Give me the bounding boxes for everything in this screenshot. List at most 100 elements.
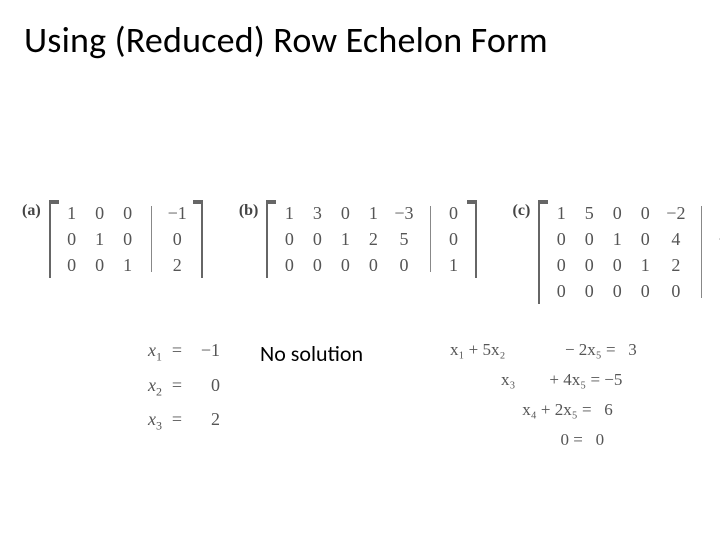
- cell: 5: [397, 230, 411, 248]
- matrix-block-b: (b) 1 0 0 3 0 0 0 1: [239, 200, 477, 278]
- solution-c: x₁ + 5x₂ − 2x₅ = 3 x₃ + 4x₅ = −5 x₄ + 2x…: [450, 340, 700, 460]
- augment-bar-icon: [430, 206, 431, 272]
- cell: 0: [638, 204, 652, 222]
- col: 5 0 0 0: [582, 204, 596, 300]
- equation-line: x₁ + 5x₂ − 2x₅ = 3: [450, 340, 700, 360]
- eq-text: x₁ + 5x₂ − 2x₅ = 3: [450, 340, 637, 360]
- cell: 3: [310, 204, 324, 222]
- col: 0 0 1 0: [638, 204, 652, 300]
- equation-line: x3 = 2: [60, 409, 220, 434]
- col: 0 1 0: [93, 204, 107, 274]
- cell: 1: [366, 204, 380, 222]
- slide-title: Using (Reduced) Row Echelon Form: [24, 18, 548, 62]
- cell: 1: [447, 256, 461, 274]
- cell: 0: [582, 282, 596, 300]
- cell: 0: [65, 256, 79, 274]
- label-c: (c): [513, 200, 531, 220]
- cell: 2: [170, 256, 184, 274]
- label-a: (a): [22, 200, 41, 220]
- matrix-b-body: 1 0 0 3 0 0 0 1 0 1: [276, 200, 466, 278]
- cell: 0: [366, 256, 380, 274]
- col: 0 0 1: [121, 204, 135, 274]
- cell: 0: [610, 256, 624, 274]
- cell: 0: [669, 282, 683, 300]
- matrix-a-body: 1 0 0 0 1 0 0 0 1: [59, 200, 193, 278]
- cell: 0: [121, 204, 135, 222]
- matrix-c-body: 1 0 0 0 5 0 0 0 0 1 0 0: [548, 200, 720, 304]
- matrix-block-c: (c) 1 0 0 0 5 0 0 0: [513, 200, 720, 304]
- eq-text: x₄ + 2x₅ = 6: [450, 400, 613, 420]
- col: 1 0 0 0: [554, 204, 568, 300]
- col: −3 5 0: [394, 204, 413, 274]
- cell: 0: [554, 282, 568, 300]
- cell: 0: [310, 230, 324, 248]
- cell: −1: [168, 204, 187, 222]
- cell: 1: [282, 204, 296, 222]
- cell: −3: [394, 204, 413, 222]
- cell: 1: [638, 256, 652, 274]
- equals-icon: =: [170, 375, 184, 396]
- eq-rhs: 0: [192, 375, 220, 396]
- matrices-row: (a) 1 0 0 0 1 0 0 0: [22, 200, 702, 304]
- eq-rhs: −1: [192, 340, 220, 361]
- cell: 1: [338, 230, 352, 248]
- cell: 4: [669, 230, 683, 248]
- cell: 0: [582, 256, 596, 274]
- cell: 0: [582, 230, 596, 248]
- cell: 1: [65, 204, 79, 222]
- cell: 0: [338, 256, 352, 274]
- eq-lhs: x3: [112, 409, 162, 434]
- cell: 1: [554, 204, 568, 222]
- cell: 0: [282, 256, 296, 274]
- cell: 2: [669, 256, 683, 274]
- col: 0 1 0: [338, 204, 352, 274]
- equation-line: x₄ + 2x₅ = 6: [450, 400, 700, 420]
- cell: 0: [121, 230, 135, 248]
- augment-bar-icon: [701, 206, 702, 298]
- cell: 0: [65, 230, 79, 248]
- bracket-right-icon: [467, 200, 477, 278]
- solution-a: x1 = −1 x2 = 0 x3 = 2: [60, 340, 220, 444]
- matrix-block-a: (a) 1 0 0 0 1 0 0 0: [22, 200, 203, 278]
- equation-line: 0 = 0: [450, 430, 700, 450]
- cell: 0: [554, 256, 568, 274]
- eq-text: 0 = 0: [450, 430, 604, 450]
- cell: 0: [610, 204, 624, 222]
- cell: 0: [447, 204, 461, 222]
- aug-col: −1 0 2: [168, 204, 187, 274]
- bracket-right-icon: [193, 200, 203, 278]
- slide: Using (Reduced) Row Echelon Form (a) 1 0…: [0, 0, 720, 540]
- cell: 1: [610, 230, 624, 248]
- bracket-left-icon: [49, 200, 59, 278]
- cell: 0: [554, 230, 568, 248]
- cell: 1: [121, 256, 135, 274]
- cell: 0: [93, 204, 107, 222]
- cell: 1: [93, 230, 107, 248]
- cell: 0: [170, 230, 184, 248]
- augment-bar-icon: [151, 206, 152, 272]
- col: −2 4 2 0: [666, 204, 685, 300]
- cell: 5: [582, 204, 596, 222]
- matrix-a: 1 0 0 0 1 0 0 0 1: [49, 200, 203, 278]
- col: 1 2 0: [366, 204, 380, 274]
- col: 1 0 0: [65, 204, 79, 274]
- cell: 2: [366, 230, 380, 248]
- eq-lhs: x2: [112, 375, 162, 400]
- aug-col: 0 0 1: [447, 204, 461, 274]
- bracket-left-icon: [538, 200, 548, 304]
- equals-icon: =: [170, 340, 184, 361]
- cell: 0: [310, 256, 324, 274]
- cell: 0: [397, 256, 411, 274]
- cell: 0: [93, 256, 107, 274]
- matrix-b: 1 0 0 3 0 0 0 1 0 1: [266, 200, 476, 278]
- cell: 0: [638, 282, 652, 300]
- equation-line: x₃ + 4x₅ = −5: [450, 370, 700, 390]
- no-solution-text: No solution: [260, 340, 363, 367]
- cell: 0: [338, 204, 352, 222]
- cell: −2: [666, 204, 685, 222]
- eq-text: x₃ + 4x₅ = −5: [450, 370, 622, 390]
- cell: 0: [610, 282, 624, 300]
- matrix-c: 1 0 0 0 5 0 0 0 0 1 0 0: [538, 200, 720, 304]
- equation-line: x2 = 0: [60, 375, 220, 400]
- cell: 0: [282, 230, 296, 248]
